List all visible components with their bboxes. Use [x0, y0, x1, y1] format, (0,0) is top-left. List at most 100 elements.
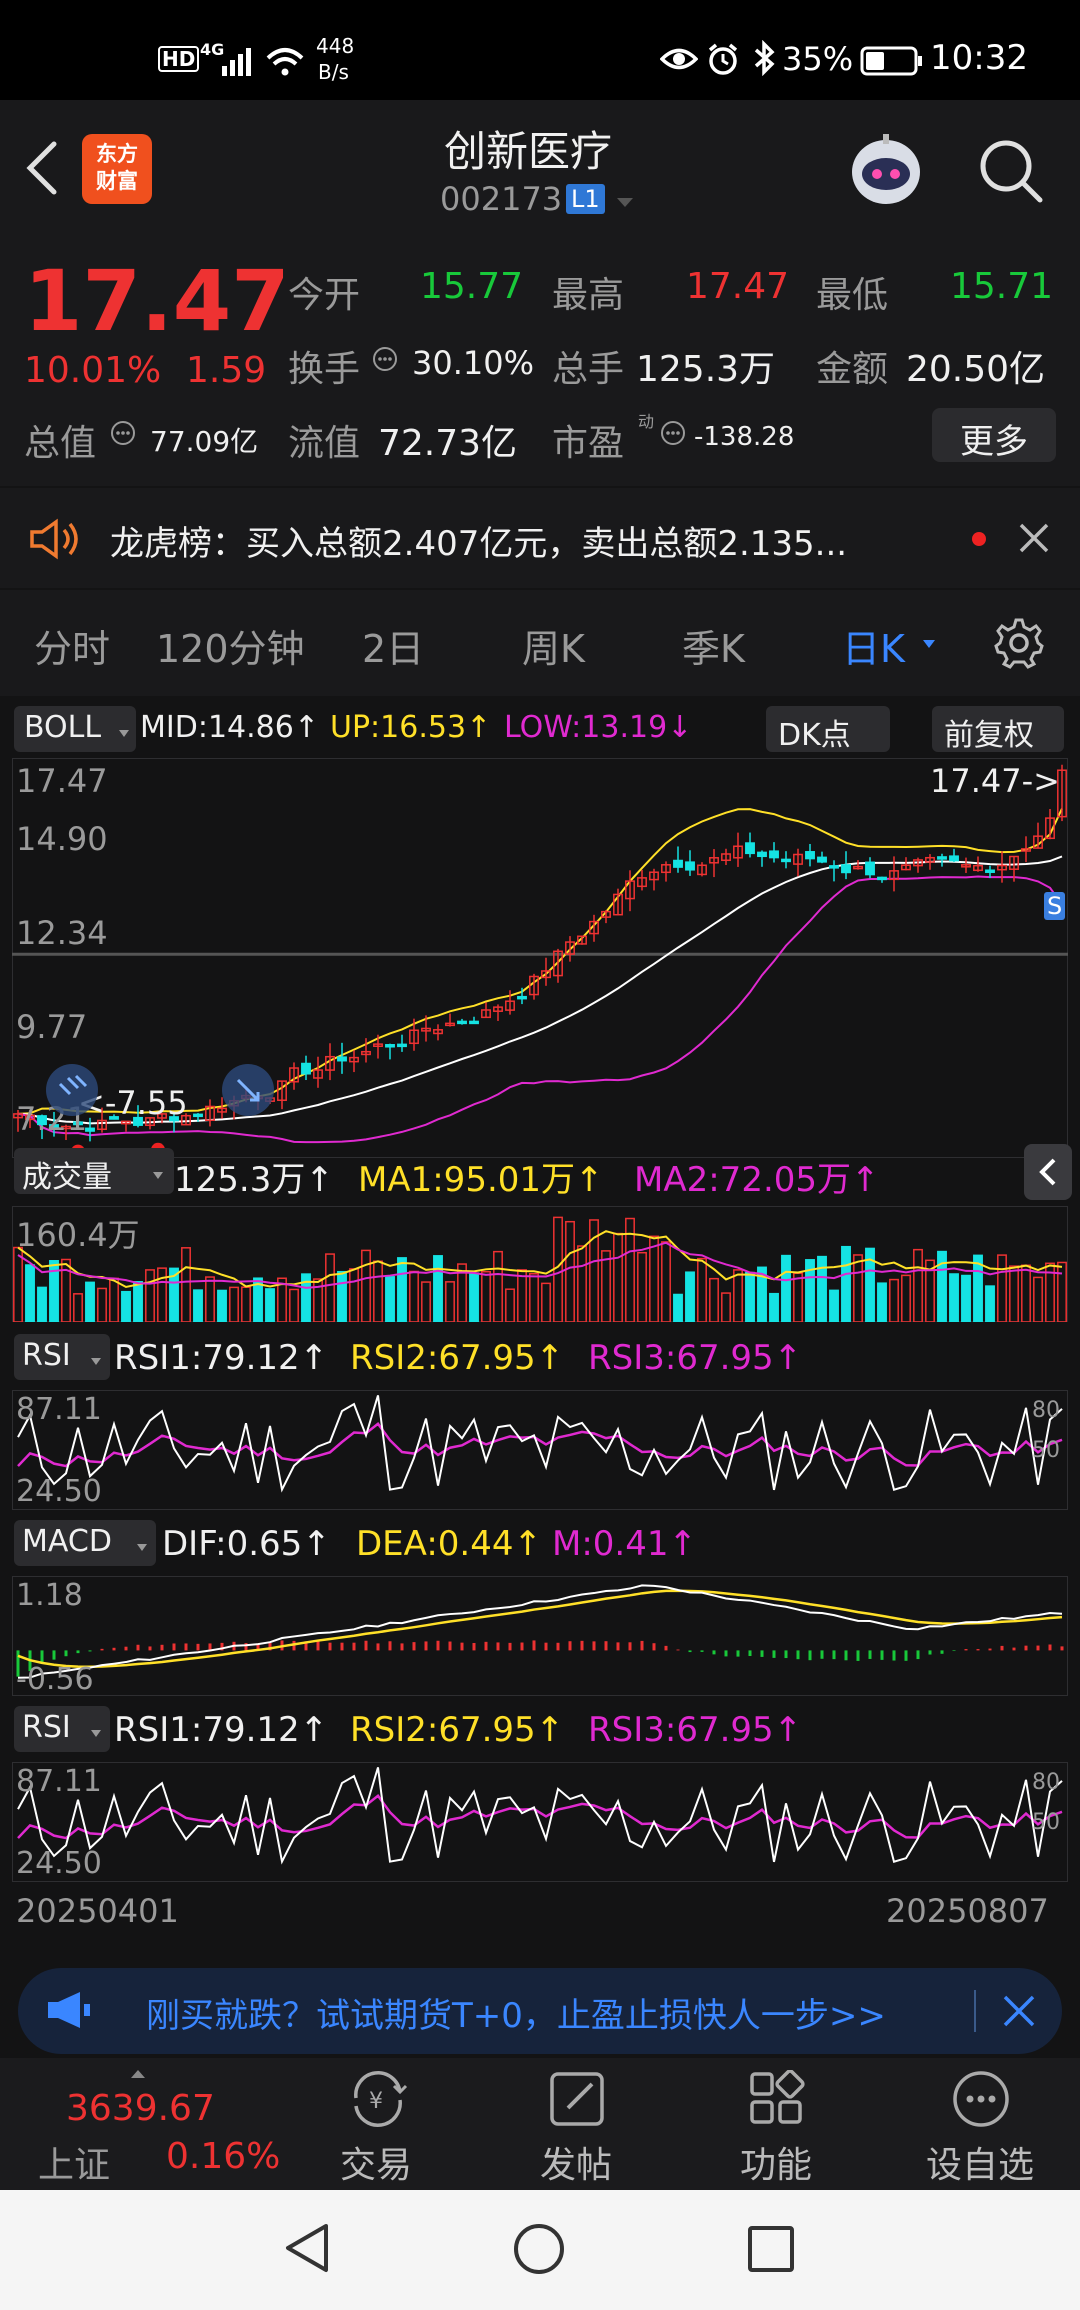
macd-dropdown-icon [136, 1538, 148, 1557]
volume-bar [817, 1255, 827, 1322]
volume-bar [541, 1282, 551, 1322]
candle-body [817, 856, 827, 863]
volume-bar [361, 1249, 371, 1322]
chevron-left-icon [1039, 1158, 1056, 1186]
volume-bar [1009, 1265, 1019, 1322]
turnover-label: 换手 [288, 349, 361, 390]
index-value: 3639.67 [66, 2088, 215, 2129]
tab-weekly-k[interactable]: 周K [522, 618, 585, 673]
amount-value: 20.50亿 [906, 349, 1046, 390]
volume-ma1: MA1:95.01万↑ [358, 1160, 604, 1200]
net-speed-value: 448 [316, 34, 355, 58]
nav-back-icon[interactable] [282, 2220, 332, 2280]
candle-body [337, 1056, 347, 1062]
post-button[interactable]: 发帖 [518, 2058, 638, 2190]
stock-name: 创新医疗 [444, 127, 613, 176]
volume-bar [601, 1250, 611, 1322]
rsi2-value-2: RSI2:67.95↑ [350, 1710, 565, 1750]
turnover-info-icon[interactable] [372, 346, 398, 376]
search-icon[interactable] [978, 138, 1044, 208]
volume-bar [721, 1292, 731, 1322]
price-adjust-button[interactable]: 前复权 [932, 706, 1064, 753]
promo-close-icon[interactable] [1002, 1994, 1036, 2032]
promo-banner[interactable]: 刚买就跌？试试期货T+0，止盈止损快人一步>> [18, 1968, 1062, 2054]
macd-m: M:0.41↑ [552, 1524, 697, 1564]
boll-indicator-selector[interactable]: BOLL [14, 706, 136, 752]
brand-logo[interactable]: 东方 财富 [82, 134, 152, 204]
close-icon[interactable] [1018, 522, 1050, 558]
candle-body [301, 1062, 311, 1075]
volume-indicator-selector[interactable]: 成交量 [14, 1148, 174, 1195]
tab-quarterly-k[interactable]: 季K [682, 618, 745, 673]
nav-recents-icon[interactable] [746, 2224, 796, 2278]
candle-body [781, 858, 791, 863]
change-percent: 10.01% [24, 350, 162, 391]
trade-button[interactable]: ¥ 交易 [318, 2058, 438, 2190]
boll-up-line [17, 808, 1063, 1115]
boll-dropdown-icon [118, 724, 130, 743]
adjust-label: 前复权 [944, 718, 1034, 753]
volume-bar [769, 1292, 779, 1322]
candle-body [865, 861, 875, 876]
volume-bar [637, 1251, 647, 1322]
lhb-notice-text: 龙虎榜：买入总额2.407亿元，卖出总额2.135... [110, 524, 848, 564]
s-badge[interactable]: S [1044, 892, 1066, 920]
pe-info-icon[interactable] [660, 420, 686, 450]
brand-logo-line2: 财富 [96, 169, 138, 193]
tab-daily-k[interactable]: 日K [842, 618, 905, 673]
buy-signal-icon[interactable] [44, 1062, 100, 1122]
tab-fenshi[interactable]: 分时 [34, 618, 110, 673]
volume-bar [445, 1281, 455, 1322]
tab-2day[interactable]: 2日 [362, 618, 424, 673]
rsi-dropdown-icon-2 [90, 1724, 102, 1743]
pe-label: 市盈 [552, 423, 625, 464]
functions-label: 功能 [740, 2145, 813, 2186]
robot-assistant-icon[interactable] [846, 130, 926, 214]
edit-icon [550, 2072, 604, 2126]
rsi-indicator-selector-2[interactable]: RSI [14, 1706, 110, 1752]
volume-bar [25, 1264, 35, 1322]
high-value: 17.47 [686, 266, 790, 307]
functions-button[interactable]: 功能 [718, 2058, 838, 2190]
alarm-icon [706, 42, 740, 80]
volume-bar [493, 1250, 503, 1322]
rsi-chart[interactable] [12, 1390, 1068, 1510]
dk-point-button[interactable]: DK点 [766, 706, 890, 753]
tab-120min[interactable]: 120分钟 [156, 618, 305, 673]
volume-bar [349, 1268, 359, 1322]
volume-bar [853, 1254, 863, 1322]
daily-k-dropdown-icon[interactable] [922, 634, 936, 653]
macd-tick-low: -0.56 [16, 1662, 94, 1697]
level-badge[interactable]: L1 [566, 184, 605, 214]
volume-bar [961, 1274, 971, 1322]
macd-indicator-selector[interactable]: MACD [14, 1520, 156, 1566]
candle-body [829, 865, 839, 869]
macd-chart[interactable] [12, 1576, 1068, 1696]
more-button[interactable]: 更多 [932, 408, 1056, 462]
volume-bar [997, 1254, 1007, 1322]
index-ticker[interactable]: 3639.67 上证 0.16% [0, 2058, 280, 2190]
trade-label: 交易 [340, 2145, 413, 2186]
date-start: 20250401 [16, 1892, 179, 1930]
volume-chart[interactable] [12, 1206, 1068, 1322]
add-watchlist-button[interactable]: 设自选 [910, 2058, 1050, 2190]
post-label: 发帖 [540, 2145, 613, 2186]
rsi-line-1 [17, 1395, 1063, 1493]
battery-percent: 35% [782, 40, 854, 78]
top-nav: 东方 财富 创新医疗 002173 L1 [0, 100, 1080, 236]
rsi-indicator-selector[interactable]: RSI [14, 1334, 110, 1380]
sell-signal-icon[interactable] [220, 1062, 276, 1122]
rsi-chart-2[interactable] [12, 1762, 1068, 1882]
collapse-panel-button[interactable] [1024, 1144, 1072, 1200]
lhb-notice-bar[interactable]: 龙虎榜：买入总额2.407亿元，卖出总额2.135... [0, 488, 1080, 588]
volume-bar [1033, 1276, 1043, 1322]
volume-bar [949, 1273, 959, 1322]
gear-icon[interactable] [992, 616, 1046, 674]
back-icon[interactable] [20, 140, 64, 200]
mktcap-info-icon[interactable] [110, 420, 136, 450]
volume-bar [1021, 1264, 1031, 1322]
current-price: 17.47 [24, 252, 290, 350]
level-dropdown-icon[interactable] [616, 194, 634, 213]
nav-home-icon[interactable] [512, 2222, 566, 2280]
price-tick-2: 14.90 [16, 820, 108, 858]
